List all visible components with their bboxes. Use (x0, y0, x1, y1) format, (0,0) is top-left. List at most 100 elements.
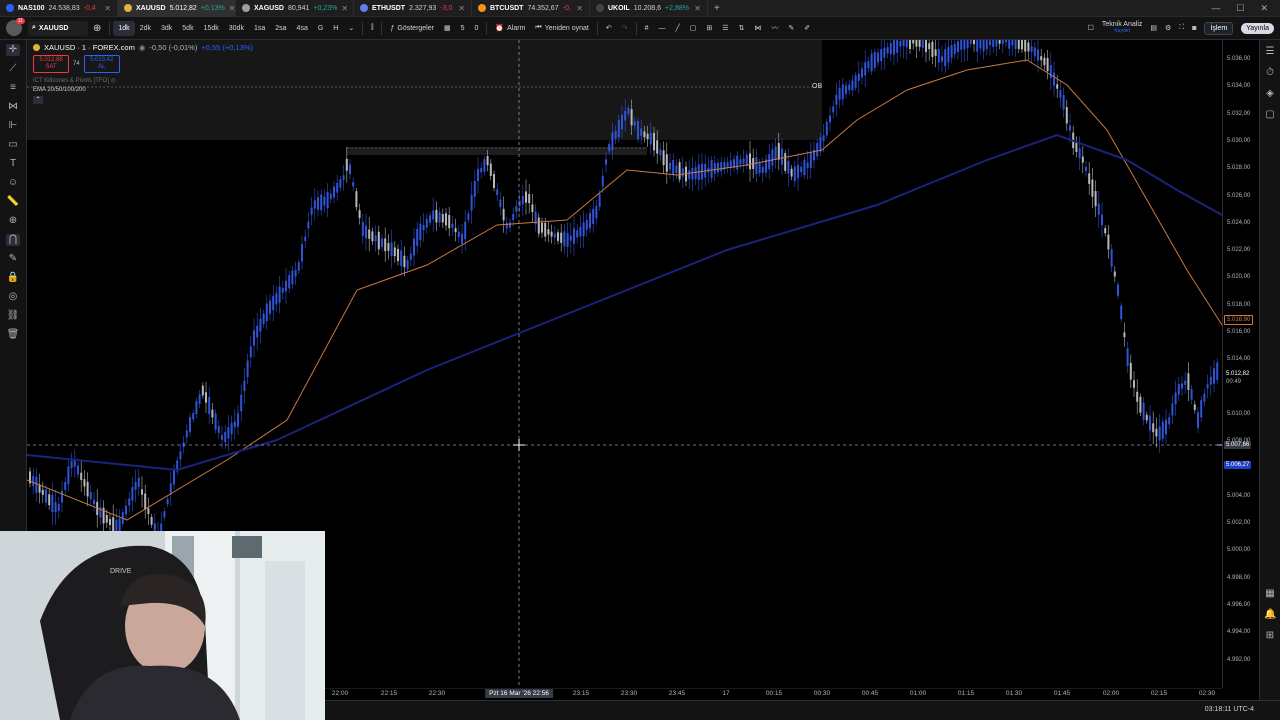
close-tab-icon[interactable]: ✕ (576, 4, 583, 13)
close-tab-icon[interactable]: ✕ (341, 4, 348, 13)
price-axis[interactable]: 5.036,00 5.034,00 5.032,00 5.030,00 5.028,00… (1222, 40, 1259, 688)
trade-button[interactable]: İşlem (1204, 21, 1234, 35)
ruler-icon[interactable]: 📏 (6, 196, 20, 208)
lock-icon[interactable]: 🔒 (6, 272, 20, 284)
rectangle-tool-icon[interactable]: ▢ (685, 24, 702, 32)
price-tick-label: 5.020,00 (1227, 274, 1251, 281)
close-tab-icon[interactable]: ✕ (229, 4, 235, 13)
checkbox-icon[interactable]: ☐ (1088, 24, 1094, 32)
indicators-button[interactable]: ƒ Göstergeler (385, 25, 438, 32)
settings-gear-icon[interactable]: ⚙ (1165, 24, 1171, 32)
crosshair-icon[interactable]: ✛ (6, 44, 20, 56)
utc-clock[interactable]: 03:18:11 UTC-4 (1205, 706, 1254, 713)
interval-button[interactable]: 2dk (135, 21, 156, 36)
layout-grid-icon[interactable]: ▤ (1150, 24, 1157, 32)
separator (381, 21, 383, 35)
interval-button[interactable]: 3dk (156, 21, 177, 36)
chat-icon[interactable]: ▢ (1264, 109, 1276, 121)
candle-body (201, 385, 204, 396)
layouts-icon[interactable]: ▦ (439, 24, 456, 32)
candle-body (1216, 362, 1219, 380)
interval-button[interactable]: 1dk (113, 20, 135, 36)
buy-button[interactable]: 5.013,42 AL (83, 55, 120, 73)
interval-button[interactable]: 2sa (270, 21, 291, 36)
apps-grid-icon[interactable]: ⊞ (1264, 630, 1276, 642)
pattern-icon[interactable]: ⋈ (6, 101, 20, 113)
sell-button[interactable]: 5.012,88 SAT (33, 55, 69, 73)
undo-icon[interactable]: ↶ (601, 24, 617, 32)
icons-tool-icon[interactable]: ☺ (6, 177, 20, 189)
link-icon[interactable]: ⛓ (6, 310, 20, 322)
interval-button[interactable]: 4sa (292, 21, 313, 36)
publish-button[interactable]: Yayınla (1241, 22, 1274, 34)
candle-body (1110, 249, 1113, 267)
zoom-in-icon[interactable]: ⊕ (6, 215, 20, 227)
interval-button[interactable]: 5dk (177, 21, 198, 36)
calendar-icon[interactable]: ▦ (1264, 588, 1276, 600)
eye-icon[interactable]: ◎ (111, 78, 116, 84)
fullscreen-icon[interactable]: ⛶ (1179, 24, 1184, 32)
brush-tool-icon[interactable]: ✎ (783, 24, 799, 32)
geometric-shapes-icon[interactable]: ▭ (6, 139, 20, 151)
indicator-ema[interactable]: EMA 20/50/100/200 (33, 87, 253, 93)
pitchfork-tool-icon[interactable]: ☰ (717, 24, 733, 32)
browser-tab[interactable]: XAUUSD 5.012,82 +0,13% ✕ (118, 0, 236, 17)
maximize-icon[interactable]: ☐ (1236, 3, 1244, 14)
notifications-bell-icon[interactable]: 🔔 (1264, 609, 1276, 621)
fib-retracement-icon[interactable]: ≡ (6, 82, 20, 94)
interval-button[interactable]: 1sa (249, 21, 270, 36)
close-window-icon[interactable]: ✕ (1260, 3, 1268, 14)
grid-tool-icon[interactable]: # (640, 25, 654, 32)
highlighter-tool-icon[interactable]: ✐ (799, 24, 815, 32)
fib-tool-icon[interactable]: ⊞ (701, 24, 717, 32)
forecast-icon[interactable]: ⊩ (6, 120, 20, 132)
watchlist-icon[interactable]: ☰ (1264, 46, 1276, 58)
chart-toolbar: 11 ⌕ XAUUSD ⊕ 1dk 2dk 3dk 5dk 15dk 30dk 1sa 2sa… (0, 17, 1280, 40)
replay-button[interactable]: ⏮ Yeniden oynat (530, 24, 593, 32)
redo-icon[interactable]: ↷ (617, 24, 633, 32)
path-tool-icon[interactable]: 〰 (766, 23, 783, 33)
browser-tab[interactable]: BTCUSDT 74.352,67 -0, ✕ (472, 0, 590, 17)
magnet-icon[interactable]: ⋂ (6, 234, 20, 246)
symbol-search[interactable]: ⌕ XAUUSD (28, 20, 88, 36)
camera-icon[interactable]: ◙ (1192, 25, 1196, 32)
indicator-count-1[interactable]: 5 (456, 25, 470, 32)
new-tab-icon[interactable]: + (708, 3, 726, 14)
interval-button[interactable]: 30dk (224, 21, 249, 36)
interval-button[interactable]: G (313, 21, 328, 36)
interval-button[interactable]: H (328, 21, 343, 36)
alarm-button[interactable]: ⏰ Alarm (490, 24, 530, 33)
collapse-legend-icon[interactable]: ⌃ (33, 96, 43, 104)
tech-analysis-button[interactable]: Teknik Analiz Kaydet (1102, 21, 1142, 35)
legend-visibility-icon[interactable]: ◉ (139, 43, 146, 52)
browser-tab[interactable]: UKOIL 10.208,6 +2,88% ✕ (590, 0, 708, 17)
pattern-tool-icon[interactable]: ⋈ (749, 24, 766, 32)
hline-tool-icon[interactable]: — (654, 25, 671, 32)
close-tab-icon[interactable]: ✕ (694, 4, 701, 13)
close-tab-icon[interactable]: ✕ (104, 4, 111, 13)
text-tool-icon[interactable]: T (6, 158, 20, 170)
user-avatar[interactable]: 11 (6, 18, 25, 36)
close-tab-icon[interactable]: ✕ (458, 4, 465, 13)
candle-type-icon[interactable]: ⫿ (366, 24, 378, 32)
stay-in-drawing-icon[interactable]: ✎ (6, 253, 20, 265)
minimize-icon[interactable]: — (1211, 3, 1220, 14)
layers-icon[interactable]: ◈ (1264, 88, 1276, 100)
indicator-killzones[interactable]: ICT Killzones & Pivots [TFO] ◎ (33, 77, 253, 84)
legend-symbol[interactable]: XAUUSD · 1 · FOREX.com (44, 43, 135, 52)
interval-dropdown-icon[interactable]: ⌄ (343, 21, 359, 36)
position-tool-icon[interactable]: ⇅ (734, 24, 750, 32)
indicator-count-2[interactable]: 0 (470, 25, 484, 32)
hide-drawings-icon[interactable]: ◎ (6, 291, 20, 303)
interval-button[interactable]: 15dk (199, 21, 224, 36)
browser-tab[interactable]: XAGUSD 80,941 +0,23% ✕ (236, 0, 354, 17)
trendline-tool-icon[interactable]: ╱ (671, 24, 685, 32)
add-symbol-icon[interactable]: ⊕ (88, 23, 106, 34)
browser-tab[interactable]: NAS100 24.538,83 -0,4 ✕ (0, 0, 118, 17)
alerts-clock-icon[interactable]: ⏱ (1264, 67, 1276, 79)
trash-icon[interactable]: 🗑 (6, 329, 20, 341)
candle-body (755, 157, 758, 174)
trendline-icon[interactable]: ⟋ (6, 63, 20, 75)
browser-tab[interactable]: ETHUSDT 2.327,93 -3,0 ✕ (354, 0, 472, 17)
candle-body (499, 199, 502, 208)
